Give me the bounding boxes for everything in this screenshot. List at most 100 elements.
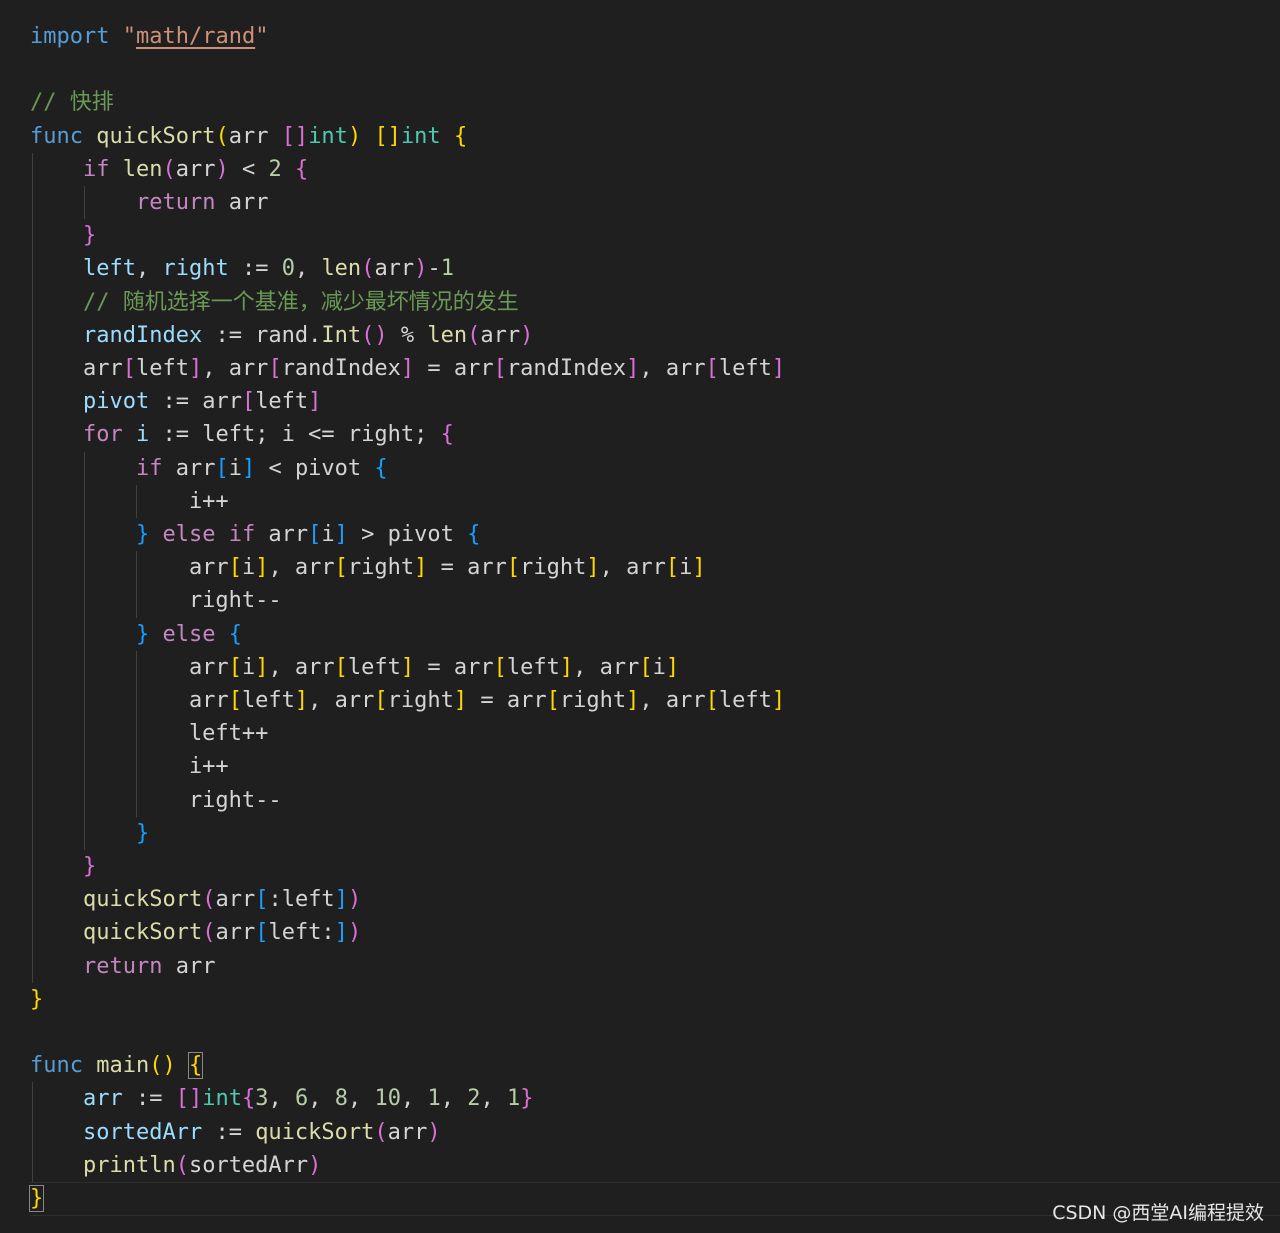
code-token: arr bbox=[162, 455, 216, 481]
code-token: ] bbox=[334, 920, 348, 946]
code-line[interactable]: arr[i], arr[right] = arr[right], arr[i] bbox=[30, 551, 706, 584]
code-token: arr bbox=[30, 688, 229, 713]
code-token: i bbox=[652, 654, 666, 680]
code-token: ] bbox=[188, 356, 203, 381]
code-line[interactable]: // 快排 bbox=[30, 86, 114, 119]
code-token: [ bbox=[374, 688, 388, 713]
code-line[interactable]: arr[i], arr[left] = arr[left], arr[i] bbox=[30, 651, 679, 684]
code-line[interactable]: quickSort(arr[left:]) bbox=[30, 916, 361, 949]
code-line[interactable]: left, right := 0, len(arr)-1 bbox=[30, 252, 454, 285]
code-line[interactable]: } else { bbox=[30, 618, 242, 651]
code-line[interactable]: import "math/rand" bbox=[30, 20, 268, 53]
code-token: [ bbox=[255, 920, 269, 946]
code-line[interactable]: println(sortedArr) bbox=[30, 1149, 321, 1182]
code-line[interactable]: return arr bbox=[30, 950, 215, 983]
code-line[interactable]: func main() { bbox=[30, 1049, 204, 1082]
code-token: { bbox=[440, 422, 454, 448]
code-token: ) bbox=[308, 1152, 322, 1178]
code-token: 10 bbox=[374, 1086, 401, 1112]
code-token: = arr bbox=[467, 688, 547, 713]
code-line[interactable]: pivot := arr[left] bbox=[30, 385, 321, 418]
code-token: randIndex bbox=[82, 322, 203, 348]
code-token: left: bbox=[268, 920, 335, 946]
code-token: i bbox=[135, 422, 150, 448]
code-token: right bbox=[347, 555, 415, 581]
code-line[interactable]: right-- bbox=[30, 584, 282, 617]
code-line[interactable]: } bbox=[30, 850, 96, 883]
code-token: 3 bbox=[255, 1086, 269, 1112]
code-token: < pivot bbox=[255, 455, 375, 481]
code-token: { bbox=[228, 621, 242, 647]
code-line[interactable]: arr := []int{3, 6, 8, 10, 1, 2, 1} bbox=[30, 1082, 533, 1115]
code-token: i bbox=[679, 555, 693, 581]
code-token: [] bbox=[374, 123, 401, 149]
code-token: { bbox=[241, 1086, 256, 1112]
code-line[interactable]: right-- bbox=[30, 784, 282, 817]
code-token: i++ bbox=[30, 754, 229, 780]
code-token: ] bbox=[771, 688, 786, 713]
code-editor[interactable]: import "math/rand" // 快排 func quickSort(ar… bbox=[0, 0, 1280, 1233]
code-token: else bbox=[162, 621, 216, 647]
code-token: arr bbox=[215, 887, 256, 913]
code-line[interactable]: i++ bbox=[30, 750, 229, 783]
code-token: [ bbox=[665, 555, 680, 581]
code-token: int bbox=[400, 123, 441, 149]
code-line[interactable]: } bbox=[30, 983, 43, 1016]
code-token: i bbox=[228, 455, 242, 481]
code-line[interactable]: } bbox=[30, 219, 96, 252]
code-line[interactable]: return arr bbox=[30, 186, 268, 219]
code-token: { bbox=[187, 1052, 204, 1080]
code-token: " bbox=[122, 24, 136, 49]
code-token: i bbox=[241, 654, 256, 680]
code-line[interactable]: if arr[i] < pivot { bbox=[30, 452, 388, 485]
code-line[interactable]: arr[left], arr[right] = arr[right], arr[… bbox=[30, 684, 785, 717]
code-token: left bbox=[255, 389, 309, 415]
code-token: right-- bbox=[30, 787, 282, 813]
code-token: [ bbox=[122, 356, 136, 381]
code-token: if bbox=[135, 455, 163, 481]
code-line[interactable]: randIndex := rand.Int() % len(arr) bbox=[30, 319, 533, 352]
code-line[interactable]: } else if arr[i] > pivot { bbox=[30, 518, 480, 551]
code-token: () bbox=[361, 322, 388, 348]
code-token: [ bbox=[493, 356, 507, 381]
code-line[interactable]: sortedArr := quickSort(arr) bbox=[30, 1116, 441, 1149]
code-token: int bbox=[308, 123, 348, 149]
code-token: ] bbox=[308, 389, 322, 415]
code-token: { bbox=[294, 156, 309, 182]
code-token: , bbox=[268, 1086, 295, 1112]
code-token: ( bbox=[202, 887, 216, 913]
code-line[interactable]: } bbox=[28, 1182, 45, 1215]
code-token: := rand. bbox=[202, 322, 322, 348]
code-line[interactable]: arr[left], arr[randIndex] = arr[randInde… bbox=[30, 352, 785, 385]
code-line[interactable]: quickSort(arr[:left]) bbox=[30, 883, 361, 916]
code-line[interactable]: left++ bbox=[30, 717, 268, 750]
code-token: , arr bbox=[202, 356, 269, 381]
code-token: } bbox=[135, 820, 150, 846]
code-token: ) bbox=[347, 123, 362, 149]
code-token: arr bbox=[255, 522, 309, 547]
code-token: randIndex bbox=[506, 356, 627, 381]
code-line[interactable]: } bbox=[30, 817, 149, 850]
code-token: arr bbox=[162, 953, 216, 979]
code-line[interactable]: for i := left; i <= right; { bbox=[30, 418, 454, 451]
code-token: ( bbox=[215, 123, 229, 149]
code-line[interactable]: func quickSort(arr []int) []int { bbox=[30, 120, 467, 153]
code-line[interactable]: // 随机选择一个基准，减少最坏情况的发生 bbox=[30, 286, 519, 319]
code-line[interactable]: if len(arr) < 2 { bbox=[30, 153, 308, 186]
code-line[interactable]: i++ bbox=[30, 485, 229, 518]
code-token: , arr bbox=[639, 688, 706, 713]
code-token: ( bbox=[202, 920, 216, 946]
